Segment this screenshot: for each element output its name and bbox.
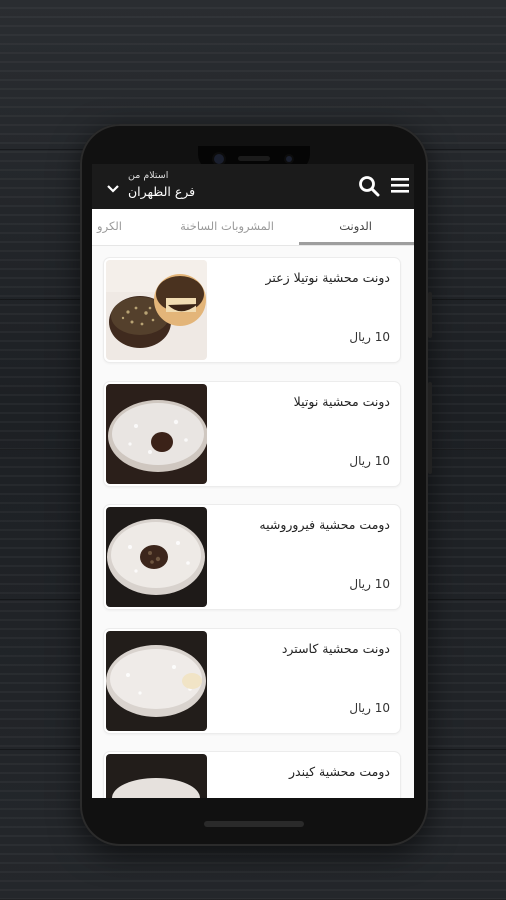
product-name: دونت محشية نوتيلا (293, 394, 390, 409)
home-indicator (204, 821, 304, 827)
product-image (106, 754, 207, 798)
category-tabs: الدونت المشروبات الساخنة الكرو (92, 209, 414, 246)
product-card[interactable]: دونت محشية نوتيلا زعتر 10 ريال (104, 258, 400, 362)
tab-hot-drinks[interactable]: المشروبات الساخنة (180, 219, 274, 233)
product-name: دونت محشية كاسترد (281, 641, 390, 656)
product-image (106, 384, 207, 484)
product-price: 10 ريال (349, 701, 390, 715)
product-image (106, 507, 207, 607)
pickup-label: استلام من (128, 170, 169, 181)
product-name: دومت محشية كيندر (288, 764, 390, 779)
product-name: دومت محشية فيروروشيه (259, 517, 390, 532)
app-bar: استلام من فرع الظهران (92, 164, 414, 209)
product-price: 10 ريال (349, 330, 390, 344)
branch-selector[interactable]: استلام من فرع الظهران (104, 170, 224, 204)
product-price: 10 ريال (349, 577, 390, 591)
tab-croissant[interactable]: الكرو (97, 219, 122, 233)
product-card[interactable]: دونت محشية نوتيلا 10 ريال (104, 382, 400, 486)
chevron-down-icon[interactable] (106, 179, 120, 198)
product-card[interactable]: دومت محشية فيروروشيه 10 ريال (104, 505, 400, 609)
product-price: 10 ريال (349, 454, 390, 468)
tab-donuts[interactable]: الدونت (339, 219, 372, 233)
product-card[interactable]: دومت محشية كيندر (104, 752, 400, 798)
product-image (106, 260, 207, 360)
phone-frame: استلام من فرع الظهران الدونت المشروبات ا… (80, 124, 432, 846)
front-camera (214, 154, 224, 164)
volume-button (428, 382, 432, 474)
product-name: دونت محشية نوتيلا زعتر (265, 270, 390, 285)
search-icon[interactable] (358, 175, 380, 201)
sensor (286, 156, 292, 162)
branch-name: فرع الظهران (128, 184, 196, 199)
product-image (106, 631, 207, 731)
app-screen: استلام من فرع الظهران الدونت المشروبات ا… (92, 164, 414, 798)
power-button (428, 292, 432, 338)
menu-icon[interactable] (390, 176, 410, 198)
earpiece-speaker (238, 156, 270, 161)
product-card[interactable]: دونت محشية كاسترد 10 ريال (104, 629, 400, 733)
product-list[interactable]: دونت محشية نوتيلا زعتر 10 ريال دونت محشي… (92, 245, 414, 798)
